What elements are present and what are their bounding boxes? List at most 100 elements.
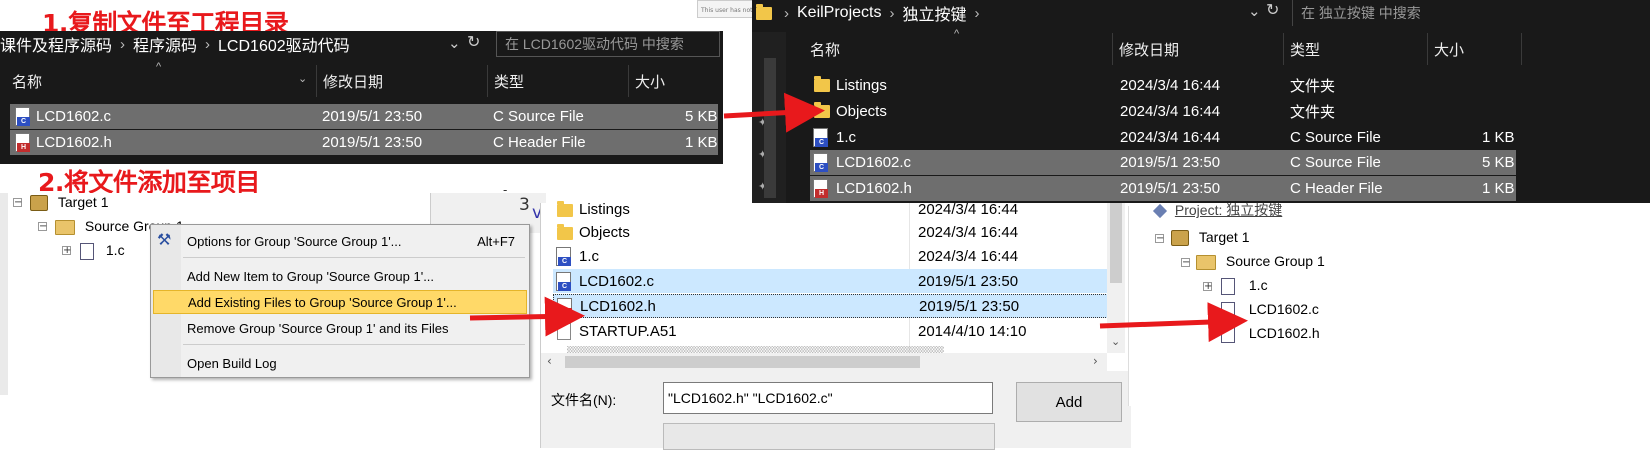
menu-item-shortcut: Alt+F7 bbox=[477, 233, 515, 249]
folder-open-icon bbox=[55, 219, 75, 235]
expand-icon[interactable]: + bbox=[1203, 282, 1212, 292]
line-number: 3 bbox=[519, 195, 530, 215]
filename-input[interactable]: "LCD1602.h" "LCD1602.c" bbox=[663, 382, 993, 414]
collapse-icon[interactable]: − bbox=[1181, 258, 1190, 268]
file-row[interactable]: H LCD1602.h 2019/5/1 23:50 C Header File… bbox=[10, 130, 718, 155]
file-date: 2024/3/4 16:44 bbox=[1120, 77, 1221, 94]
tree-file[interactable]: 1.c bbox=[1221, 277, 1268, 295]
tree-file[interactable]: 1.c bbox=[80, 242, 125, 260]
folder-icon bbox=[814, 76, 830, 96]
chevron-down-icon[interactable]: ⌄ bbox=[448, 34, 461, 52]
c-source-icon: C bbox=[14, 107, 30, 130]
file-row[interactable]: C 1.c 2024/3/4 16:44 C Source File 1 KB bbox=[810, 125, 1516, 150]
menu-item-label: Remove Group 'Source Group 1' and its Fi… bbox=[187, 320, 449, 336]
c-header-icon: H bbox=[14, 133, 30, 156]
collapse-icon[interactable]: − bbox=[13, 198, 22, 208]
file-size: 1 KB bbox=[1482, 180, 1515, 197]
tree-group[interactable]: Source Group 1 bbox=[1196, 253, 1325, 270]
file-name: LCD1602.c bbox=[836, 154, 912, 171]
expand-icon[interactable]: + bbox=[62, 246, 71, 256]
vertical-scrollbar[interactable]: ⌄ bbox=[1107, 203, 1125, 353]
breadcrumb-item[interactable]: 课件及程序源码 bbox=[0, 32, 112, 56]
dialog-file-row[interactable]: H LCD1602.h 2019/5/1 23:50 bbox=[553, 294, 1108, 318]
collapse-icon[interactable]: − bbox=[1155, 234, 1164, 244]
search-input[interactable]: 在 独立按键 中搜索 bbox=[1292, 0, 1650, 26]
folder-icon bbox=[756, 3, 772, 20]
refresh-icon[interactable]: ↻ bbox=[1266, 0, 1279, 20]
file-row[interactable]: Objects 2024/3/4 16:44 文件夹 bbox=[810, 99, 1516, 124]
tree-project[interactable]: Project: 独立按键 bbox=[1152, 200, 1282, 220]
file-date: 2024/3/4 16:44 bbox=[918, 247, 1019, 265]
dialog-file-row[interactable]: STARTUP.A51 2014/4/10 14:10 bbox=[553, 319, 1108, 343]
folder-icon bbox=[557, 224, 573, 244]
file-row[interactable]: Listings 2024/3/4 16:44 文件夹 bbox=[810, 73, 1516, 98]
chevron-left-icon[interactable]: ‹ bbox=[547, 354, 552, 368]
breadcrumb-item[interactable]: KeilProjects bbox=[797, 4, 881, 22]
sort-up-icon: ^ bbox=[954, 28, 960, 40]
menu-item-add-existing[interactable]: Add Existing Files to Group 'Source Grou… bbox=[153, 290, 527, 314]
file-type-select[interactable] bbox=[663, 423, 995, 450]
search-input[interactable]: 在 LCD1602驱动代码 中搜索 bbox=[496, 31, 720, 57]
menu-item-open-build-log[interactable]: Open Build Log bbox=[151, 351, 529, 375]
dialog-file-row[interactable]: Listings 2024/3/4 16:44 bbox=[553, 197, 1108, 221]
scroll-thumb[interactable] bbox=[565, 356, 920, 368]
file-name: 1.c bbox=[579, 247, 600, 265]
file-icon bbox=[1221, 301, 1235, 319]
collapse-icon[interactable]: − bbox=[38, 222, 47, 232]
target-label: Target 1 bbox=[1198, 229, 1250, 245]
chevron-right-icon: › bbox=[120, 35, 126, 53]
horizontal-scrollbar[interactable]: ‹ › bbox=[541, 353, 1107, 371]
breadcrumb: › KeilProjects › 独立按键 › bbox=[756, 0, 988, 26]
column-date[interactable]: 修改日期 bbox=[1112, 33, 1283, 65]
keil-project-panel-result: Project: 独立按键 − Target 1 − Source Group … bbox=[1128, 202, 1650, 406]
menu-item-options[interactable]: Options for Group 'Source Group 1'... Al… bbox=[151, 229, 529, 253]
column-date[interactable]: 修改日期 bbox=[316, 65, 487, 97]
open-file-dialog: Listings 2024/3/4 16:44 Objects 2024/3/4… bbox=[540, 201, 1131, 450]
file-type: C Header File bbox=[493, 134, 586, 151]
file-date: 2014/4/10 14:10 bbox=[918, 322, 1027, 340]
chevron-right-icon[interactable]: › bbox=[1093, 354, 1098, 368]
dialog-file-row[interactable]: C 1.c 2024/3/4 16:44 bbox=[553, 244, 1108, 268]
breadcrumb-item[interactable]: 程序源码 bbox=[133, 32, 197, 56]
menu-item-add-new[interactable]: Add New Item to Group 'Source Group 1'..… bbox=[151, 264, 529, 288]
file-date: 2019/5/1 23:50 bbox=[322, 134, 423, 151]
menu-item-label: Options for Group 'Source Group 1'... bbox=[187, 233, 402, 249]
tree-target[interactable]: Target 1 bbox=[30, 194, 108, 212]
file-row[interactable]: C LCD1602.c 2019/5/1 23:50 C Source File… bbox=[810, 150, 1516, 175]
menu-item-label: Open Build Log bbox=[187, 355, 277, 371]
group-label: Source Group 1 bbox=[1225, 253, 1325, 269]
column-type[interactable]: 类型 bbox=[487, 65, 628, 97]
scrollbar[interactable] bbox=[764, 58, 776, 198]
file-date: 2019/5/1 23:50 bbox=[1120, 180, 1221, 197]
breadcrumb-item[interactable]: 独立按键 bbox=[902, 1, 966, 25]
scroll-thumb[interactable] bbox=[1110, 203, 1122, 283]
tree-target[interactable]: Target 1 bbox=[1171, 229, 1250, 247]
column-size[interactable]: 大小 bbox=[1427, 33, 1522, 65]
refresh-icon[interactable]: ↻ bbox=[467, 32, 480, 52]
file-icon bbox=[557, 322, 571, 340]
column-type[interactable]: 类型 bbox=[1283, 33, 1427, 65]
file-name: Listings bbox=[579, 200, 630, 218]
folder-icon bbox=[814, 102, 830, 122]
file-type: C Source File bbox=[1290, 154, 1381, 171]
file-name: Objects bbox=[836, 103, 887, 120]
menu-item-remove-group[interactable]: Remove Group 'Source Group 1' and its Fi… bbox=[151, 316, 529, 340]
breadcrumb-item[interactable]: LCD1602驱动代码 bbox=[218, 32, 350, 56]
chevron-down-icon[interactable]: ⌄ bbox=[1248, 2, 1261, 20]
file-label: 1.c bbox=[105, 242, 125, 258]
menu-divider bbox=[183, 344, 525, 345]
chevron-down-icon[interactable]: ⌄ bbox=[298, 72, 307, 85]
tree-file[interactable]: LCD1602.c bbox=[1221, 301, 1319, 319]
column-size[interactable]: 大小 bbox=[628, 65, 723, 97]
dialog-file-row[interactable]: Objects 2024/3/4 16:44 bbox=[553, 220, 1108, 244]
breadcrumb: 课件及程序源码 › 程序源码 › LCD1602驱动代码 bbox=[0, 31, 350, 57]
dialog-file-row[interactable]: C LCD1602.c 2019/5/1 23:50 bbox=[553, 269, 1108, 293]
file-date: 2019/5/1 23:50 bbox=[1120, 154, 1221, 171]
line-number-partial: - bbox=[503, 183, 508, 197]
file-row[interactable]: C LCD1602.c 2019/5/1 23:50 C Source File… bbox=[10, 104, 718, 129]
file-icon bbox=[1221, 277, 1235, 295]
chevron-down-icon[interactable]: ⌄ bbox=[1111, 335, 1120, 348]
folder-icon bbox=[557, 201, 573, 221]
add-button[interactable]: Add bbox=[1016, 382, 1122, 422]
tree-file[interactable]: LCD1602.h bbox=[1221, 325, 1320, 343]
